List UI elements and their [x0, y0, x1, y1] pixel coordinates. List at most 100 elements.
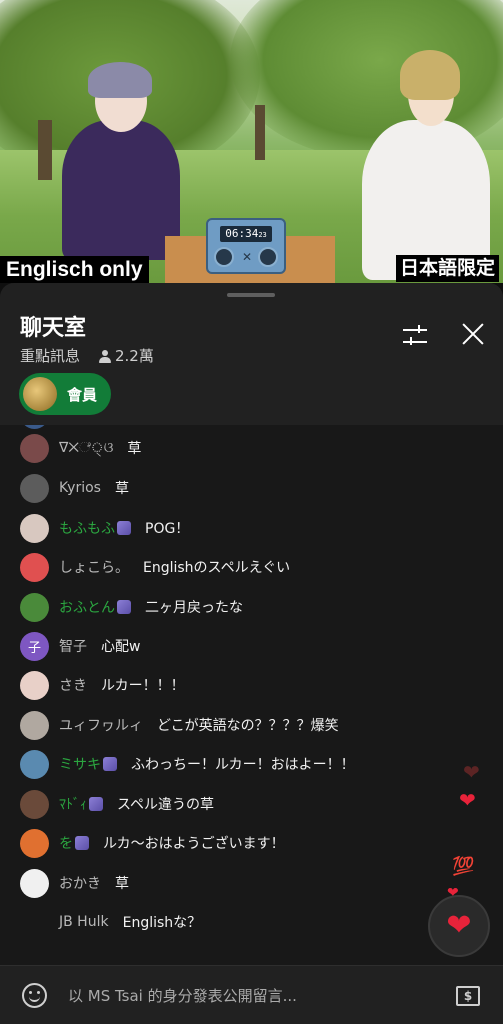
message-author[interactable]: ∇✕ೆ্ଓ	[59, 436, 113, 460]
floating-heart-icon: ❤	[459, 788, 476, 812]
avatar[interactable]	[20, 473, 49, 503]
message-author[interactable]: おふとん	[59, 597, 131, 617]
tree-trunk	[38, 120, 52, 180]
chat-message[interactable]: ミサキ ふわっちー！ルカー！おはよー！！	[20, 749, 355, 779]
person-icon	[98, 349, 112, 363]
message-author[interactable]: さき	[59, 675, 87, 695]
avatar[interactable]	[20, 670, 49, 700]
author-name: ﾏﾄﾞｨ	[59, 797, 87, 813]
chat-message[interactable]: ユィフヮルィ どこが英語なの？？？？爆笑	[20, 710, 339, 740]
chat-message[interactable]: しょこら。 Englishのスペルえぐい	[20, 552, 290, 582]
avatar[interactable]	[20, 908, 49, 937]
tune-icon	[403, 329, 427, 331]
member-badge-icon	[75, 836, 89, 850]
message-text: POG！	[145, 521, 190, 537]
message-text: どこが英語なの？？？？爆笑	[157, 718, 339, 734]
author-name: 智子	[59, 639, 87, 655]
message-text: ルカ〜おはようございます！	[103, 836, 285, 852]
author-name: ∇✕ೆ্ଓ	[59, 440, 114, 456]
members-chip-label: 會員	[67, 385, 98, 404]
message-text: 草	[127, 441, 142, 457]
viewer-count-value: 2.2萬	[115, 347, 154, 365]
drag-handle[interactable]	[227, 293, 275, 297]
tune-icon	[403, 341, 427, 343]
chat-message[interactable]: おかき草	[20, 868, 129, 898]
avatar[interactable]: 子	[20, 631, 49, 661]
message-author[interactable]: 智子	[59, 636, 87, 656]
chat-header: 聊天室 重點訊息 2.2萬 會員	[0, 283, 503, 425]
super-chat-icon[interactable]: $	[456, 986, 480, 1006]
radio-clock: 06:3423	[220, 226, 272, 242]
message-text: 草	[114, 481, 129, 497]
member-badge-icon	[89, 797, 103, 811]
message-author[interactable]: Kyrios	[59, 480, 101, 496]
message-text: ルカー！！！	[101, 678, 185, 694]
member-badge-icon	[103, 757, 117, 771]
chat-message[interactable]: おふとん 二ヶ月戻ったな	[20, 592, 243, 622]
message-text: スペル違うの草	[117, 797, 215, 813]
chat-input-bar: $	[0, 965, 503, 1024]
filter-settings-button[interactable]	[401, 323, 429, 349]
hundred-points-icon: 💯	[452, 856, 475, 877]
chat-message[interactable]: ﾏﾄﾞｨ スペル違うの草	[20, 789, 214, 819]
floating-heart-icon: ❤	[463, 760, 480, 784]
message-author[interactable]: ﾏﾄﾞｨ	[59, 794, 103, 814]
chat-message[interactable]: もふもふ POG！	[20, 513, 189, 543]
chat-message[interactable]: 子智子 心配w	[20, 631, 140, 661]
message-author[interactable]: ミサキ	[59, 754, 117, 774]
message-text: ふわっちー！ルカー！おはよー！！	[131, 757, 355, 773]
message-author[interactable]: JB Hulk	[59, 914, 109, 930]
message-author[interactable]: もふもふ	[59, 518, 131, 538]
chat-message-input[interactable]	[68, 982, 428, 1010]
chat-title: 聊天室	[20, 316, 87, 341]
video-label-right: 日本語限定	[395, 255, 499, 282]
avatar[interactable]	[20, 433, 49, 463]
heart-icon: ❤	[446, 908, 472, 943]
tune-knob	[418, 325, 420, 333]
avatar[interactable]	[20, 552, 49, 582]
message-text: Englishのスペルえぐい	[143, 560, 291, 576]
author-name: しょこら。	[59, 560, 129, 576]
message-author[interactable]: しょこら。	[59, 557, 129, 577]
avatar[interactable]	[20, 710, 49, 740]
message-author[interactable]: おかき	[59, 873, 101, 893]
chat-message[interactable]: Kyrios 草	[20, 473, 129, 503]
radio-icon: 06:3423 ✕	[206, 218, 286, 274]
close-icon[interactable]	[460, 321, 486, 347]
avatar[interactable]	[20, 828, 49, 858]
avatar[interactable]	[20, 592, 49, 622]
avatar[interactable]	[20, 868, 49, 898]
author-name: JB Hulk	[59, 914, 109, 930]
viewer-count: 2.2萬	[98, 345, 154, 366]
member-badge-icon	[117, 600, 131, 614]
character-right-hair	[400, 50, 460, 100]
character-left-hair	[88, 62, 152, 98]
reaction-heart-button[interactable]: ❤	[428, 895, 490, 957]
author-name: ユィフヮルィ	[59, 718, 143, 734]
chat-message[interactable]: ∇✕ೆ্ଓ 草	[20, 433, 141, 463]
author-name: おかき	[59, 876, 101, 892]
chat-mode-label[interactable]: 重點訊息	[20, 345, 80, 366]
message-author[interactable]: ユィフヮルィ	[59, 715, 143, 735]
speaker-icon	[258, 247, 278, 267]
video-player[interactable]: 06:3423 ✕ Englisch only 日本語限定	[0, 0, 503, 283]
member-coins-icon	[23, 377, 57, 411]
message-author[interactable]: を	[59, 833, 89, 853]
speaker-icon	[214, 247, 234, 267]
avatar[interactable]	[20, 789, 49, 819]
chat-message[interactable]: JB Hulk Englishな？	[20, 907, 201, 937]
chat-message[interactable]: を ルカ〜おはようございます！	[20, 828, 285, 858]
chat-message-list[interactable]: 相楠系女子うおおお∇✕ೆ্ଓ草Kyrios草もふもふPOG！しょこら。Engli…	[0, 415, 503, 963]
video-label-left: Englisch only	[0, 256, 149, 283]
message-text: Englishな？	[122, 915, 202, 931]
chat-message[interactable]: さき ルカー！！！	[20, 670, 185, 700]
x-icon: ✕	[241, 250, 253, 264]
avatar[interactable]	[20, 513, 49, 543]
members-chip[interactable]: 會員	[19, 373, 111, 415]
emoji-icon[interactable]	[22, 983, 47, 1008]
emoji-mouth	[29, 996, 40, 1002]
avatar[interactable]	[20, 749, 49, 779]
author-name: もふもふ	[59, 521, 115, 537]
message-text: 二ヶ月戻ったな	[145, 600, 243, 616]
live-chat-panel: 聊天室 重點訊息 2.2萬 會員 相楠系女子うおおお∇✕ೆ্ଓ草Kyrios草も…	[0, 283, 503, 1024]
